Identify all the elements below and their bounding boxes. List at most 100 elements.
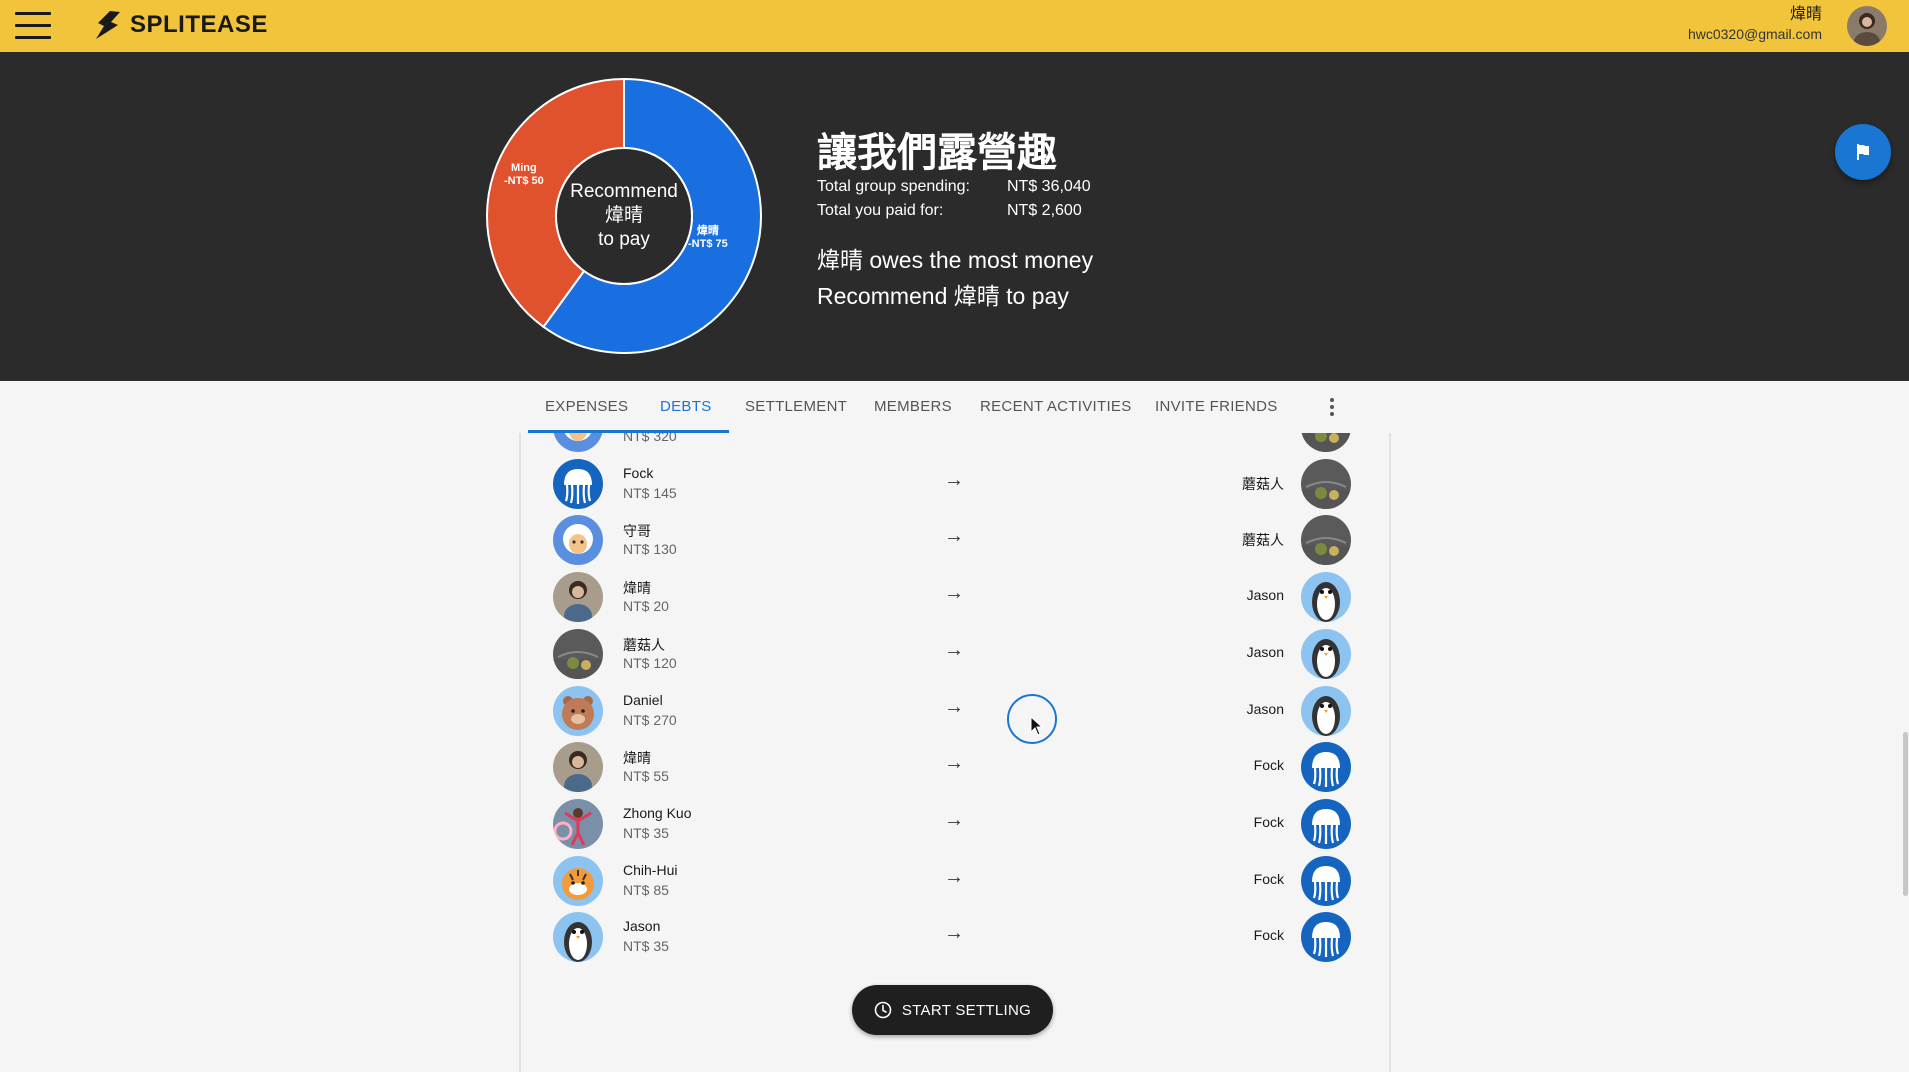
group-summary: Recommend 煒晴 to pay 煒晴 -NT$ 75 Ming -NT$… [0, 52, 1909, 381]
debt-amount: NT$ 20 [623, 598, 669, 615]
hamburger-menu-icon[interactable] [15, 12, 51, 40]
from-avatar [553, 628, 603, 679]
debt-amount: NT$ 320 [623, 433, 677, 444]
group-title: 讓我們露營趣 [817, 131, 1057, 175]
arrow-icon: → [944, 433, 964, 435]
donut-hole [555, 147, 693, 285]
to-name: 蘑菇人 [1242, 475, 1284, 492]
stat-label: Total group spending: [817, 178, 970, 195]
tab-expenses[interactable]: EXPENSES [545, 381, 628, 433]
slice-value-0: -NT$ 75 [688, 238, 728, 250]
app-name: SPLITEASE [130, 11, 268, 38]
to-avatar [1301, 515, 1351, 566]
from-avatar [553, 742, 603, 793]
arrow-icon: → [944, 808, 964, 831]
page-scrollbar[interactable] [1903, 732, 1908, 896]
user-avatar[interactable] [1847, 6, 1887, 46]
debt-amount: NT$ 145 [623, 484, 677, 501]
to-name: Jason [1246, 587, 1284, 604]
tab-debts[interactable]: DEBTS [660, 381, 712, 433]
from-name: 守哥 [623, 523, 651, 540]
user-info: 煒晴 hwc0320@gmail.com [1688, 5, 1822, 43]
debt-amount: NT$ 85 [623, 881, 669, 898]
arrow-icon: → [944, 582, 964, 605]
stat-label: Total you paid for: [817, 202, 944, 219]
more-vert-icon[interactable] [1320, 395, 1344, 419]
from-avatar [553, 912, 603, 963]
debt-amount: NT$ 130 [623, 541, 677, 558]
from-avatar [553, 855, 603, 906]
to-avatar [1301, 742, 1351, 793]
debt-amount: NT$ 35 [623, 824, 669, 841]
debt-amount: NT$ 270 [623, 711, 677, 728]
stat-total-spending: Total group spending: NT$ 36,040 [817, 178, 1091, 196]
slice-name-1: Ming [511, 162, 537, 174]
tab-bar: EXPENSES DEBTS SETTLEMENT MEMBERS RECENT… [0, 381, 1909, 433]
flag-icon [1857, 144, 1869, 160]
tab-settlement[interactable]: SETTLEMENT [745, 381, 847, 433]
app-logo[interactable]: SPLITEASE [92, 9, 268, 41]
debt-donut-chart: Recommend 煒晴 to pay 煒晴 -NT$ 75 Ming -NT$… [484, 76, 764, 356]
arrow-icon: → [944, 922, 964, 945]
to-name: Fock [1253, 813, 1284, 830]
arrow-icon: → [944, 638, 964, 661]
arrow-icon: → [944, 865, 964, 888]
owes-most-message: 煒晴 owes the most money [817, 247, 1094, 273]
to-name: Fock [1253, 927, 1284, 944]
to-name: Jason [1246, 643, 1284, 660]
to-avatar [1301, 855, 1351, 906]
logo-icon [96, 11, 120, 39]
arrow-icon: → [944, 695, 964, 718]
to-name: Fock [1253, 870, 1284, 887]
from-name: 煒晴 [623, 580, 651, 597]
start-settling-label: START SETTLING [901, 1001, 1032, 1019]
debt-amount: NT$ 55 [623, 768, 669, 785]
stat-value: NT$ 36,040 [1007, 178, 1091, 195]
from-avatar [553, 798, 603, 849]
user-email: hwc0320@gmail.com [1687, 26, 1822, 42]
to-avatar [1301, 685, 1351, 736]
mouse-cursor-icon [1030, 716, 1044, 736]
arrow-icon: → [944, 468, 964, 491]
slice-value-1: -NT$ 50 [504, 175, 544, 187]
to-name: Fock [1253, 757, 1284, 774]
to-avatar [1301, 572, 1351, 623]
from-avatar [553, 685, 603, 736]
tab-members[interactable]: MEMBERS [874, 381, 952, 433]
arrow-icon: → [944, 752, 964, 775]
from-name: 煒晴 [623, 750, 651, 767]
to-avatar [1301, 433, 1351, 452]
slice-label-1: Ming -NT$ 50 [504, 162, 544, 188]
user-name: 煒晴 [1789, 6, 1822, 23]
from-name: Daniel [623, 691, 663, 708]
debt-amount: NT$ 35 [623, 938, 669, 955]
tab-recent-activities[interactable]: RECENT ACTIVITIES [980, 381, 1132, 433]
clock-icon [874, 1001, 892, 1019]
debt-row[interactable]: Jason NT$ 35 → Fock [521, 904, 1389, 973]
debts-list: NT$ 320 → Fock NT$ 145 → 蘑菇人 守哥 NT$ 130 … [519, 433, 1391, 1072]
slice-name-0: 煒晴 [696, 225, 719, 237]
donut-svg [486, 77, 762, 354]
from-name: Zhong Kuo [623, 804, 692, 821]
slice-label-0: 煒晴 -NT$ 75 [688, 225, 728, 251]
flag-button[interactable] [1835, 124, 1891, 180]
to-avatar [1301, 798, 1351, 849]
to-avatar [1301, 458, 1351, 509]
tab-invite-friends[interactable]: INVITE FRIENDS [1155, 381, 1278, 433]
from-name: Chih-Hui [623, 861, 678, 878]
recommend-message: Recommend 煒晴 to pay [817, 283, 1069, 309]
stat-you-paid: Total you paid for: NT$ 2,600 [817, 202, 1082, 220]
app-bar: SPLITEASE 煒晴 hwc0320@gmail.com [0, 0, 1909, 52]
from-avatar [553, 433, 603, 452]
to-avatar [1301, 628, 1351, 679]
from-avatar [553, 572, 603, 623]
to-avatar [1301, 912, 1351, 963]
from-name: 蘑菇人 [623, 636, 665, 653]
from-avatar [553, 458, 603, 509]
debt-amount: NT$ 120 [623, 654, 677, 671]
to-name: Jason [1246, 700, 1284, 717]
to-name: 蘑菇人 [1242, 532, 1284, 549]
stat-value: NT$ 2,600 [1007, 202, 1082, 219]
start-settling-button[interactable]: START SETTLING [852, 985, 1053, 1035]
arrow-icon: → [944, 525, 964, 548]
